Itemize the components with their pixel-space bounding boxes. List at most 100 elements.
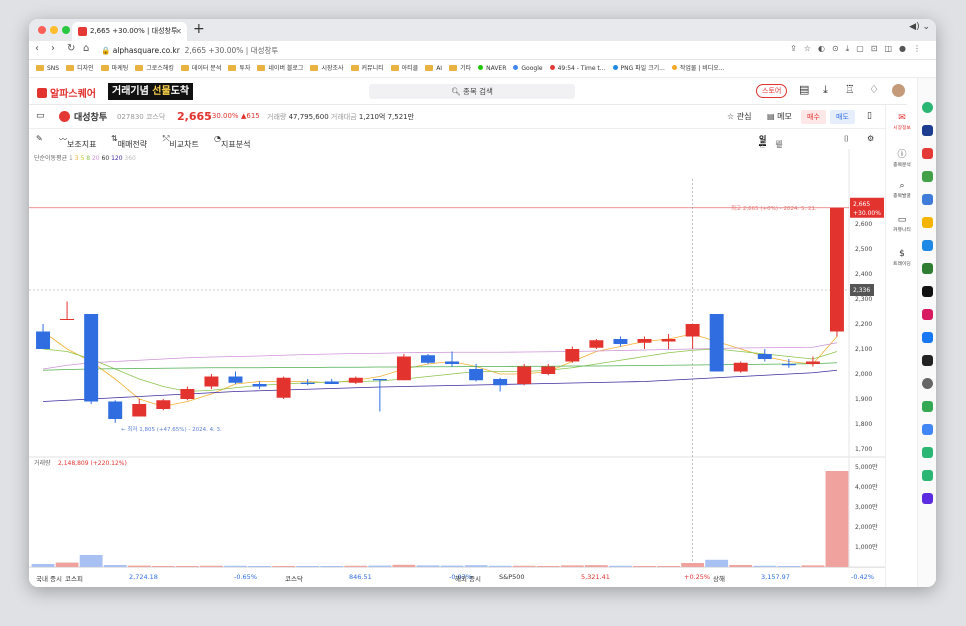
close-tab-icon[interactable]: ✕ — [175, 22, 182, 41]
analysis-button[interactable]: ◔ 지표분석 — [214, 134, 250, 149]
candle-body — [781, 364, 796, 366]
period-tabs: 분일주월년 — [759, 134, 783, 149]
bookmark-item[interactable]: 마케팅 — [100, 65, 128, 72]
bookmark-item[interactable]: 투자 — [228, 65, 250, 72]
store-button[interactable]: 스토어 — [756, 84, 788, 98]
bookmark-item[interactable]: NAVER — [478, 65, 506, 72]
minimize-window-button[interactable] — [50, 26, 58, 34]
camera-icon[interactable]: ⌷ — [844, 134, 849, 144]
strategy-button[interactable]: ⇅ 매매전략 — [111, 134, 147, 149]
ticker-name: S&P500 — [499, 573, 525, 581]
volume-tick-label: 2,000만 — [855, 523, 878, 531]
bookmark-item[interactable]: 기타 — [449, 65, 471, 72]
avatar[interactable] — [892, 84, 905, 97]
buy-button[interactable]: 매수 — [801, 110, 826, 124]
sell-button[interactable]: 매도 — [830, 110, 855, 124]
draw-icon[interactable]: ✎ — [36, 134, 43, 143]
alphasquare-logo[interactable]: 알파스퀘어 — [37, 85, 96, 100]
bookmark-item[interactable]: 49:54 - Time t... — [549, 65, 606, 72]
extension-icon[interactable] — [922, 332, 933, 343]
bell-icon[interactable]: ♢ — [869, 83, 879, 96]
sidebar-toggle-icon[interactable]: ▭ — [36, 111, 45, 121]
extension-icon[interactable] — [922, 355, 933, 366]
right-panel-chat[interactable]: ▭ 커뮤니티 — [886, 215, 918, 233]
candle-body — [829, 207, 844, 332]
price-chart[interactable]: 2,600 2,500 2,400 2,300 2,200 2,100 2,000 1,900… — [29, 149, 907, 587]
browser-tab[interactable]: 2,665 +30.00% | 대성창투 ✕ — [72, 22, 187, 41]
bookmark-item[interactable]: 데이터 분석 — [180, 65, 222, 72]
candle-body — [372, 379, 387, 381]
settings-icon[interactable]: ⚙ — [867, 134, 874, 143]
extension-icon[interactable] — [922, 447, 933, 458]
extension-icon[interactable] — [922, 125, 933, 136]
extension-icon[interactable] — [922, 470, 933, 481]
bookmark-item[interactable]: PNG 파일 크기... — [612, 65, 665, 72]
extension-icon[interactable] — [922, 171, 933, 182]
folder-icon — [425, 65, 434, 71]
briefing-icon[interactable]: ▤ — [799, 83, 809, 96]
watchlist-button[interactable]: ☆ 관심 — [727, 111, 751, 122]
extension-icon[interactable] — [922, 493, 933, 504]
forward-icon[interactable]: › — [51, 43, 55, 54]
candle-body — [204, 376, 219, 387]
bookmark-item[interactable]: 아티클 — [390, 65, 418, 72]
panel-toggle-icon[interactable]: ▯ — [867, 111, 872, 121]
indicators-button[interactable]: 〰 보조지표 — [59, 134, 96, 149]
right-panel-search[interactable]: ⌕ 종목발굴 — [886, 181, 918, 199]
back-icon[interactable]: ‹ — [35, 43, 39, 54]
extension-icon[interactable] — [922, 286, 933, 297]
url-field[interactable]: 🔒 alphasquare.co.kr 2,665 +30.00% | 대성창투 — [101, 43, 278, 58]
extension-icon[interactable] — [922, 309, 933, 320]
extension-icon[interactable] — [922, 102, 933, 113]
bookmark-item[interactable]: AI — [425, 65, 442, 72]
price-tick-label: 1,900 — [855, 396, 872, 403]
address-bar: ‹ › ↻ ⌂ 🔒 alphasquare.co.kr 2,665 +30.00… — [29, 41, 936, 60]
stock-name[interactable]: 대성창투 — [59, 110, 107, 123]
candle-body — [396, 356, 411, 381]
maximize-window-button[interactable] — [62, 26, 70, 34]
bookmark-item[interactable]: 커뮤니티 — [350, 65, 384, 72]
promo-banner[interactable]: 거래기념 선물도착 — [108, 83, 194, 100]
bookmark-item[interactable]: 디자인 — [66, 65, 94, 72]
new-tab-button[interactable]: + — [193, 21, 205, 37]
bookmark-item[interactable]: 시장조사 — [310, 65, 344, 72]
bookmark-item[interactable]: 작업물 | 비디오... — [671, 65, 725, 72]
extension-icon[interactable] — [922, 378, 933, 389]
window-controls-icon[interactable]: ◀) ⌄ — [909, 22, 930, 32]
extension-icon[interactable] — [922, 148, 933, 159]
candle-body — [685, 324, 700, 337]
bookmark-item[interactable]: Google — [513, 65, 543, 72]
bookmark-label: NAVER — [486, 65, 507, 72]
browser-window: 2,665 +30.00% | 대성창투 ✕ + ◀) ⌄ ‹ › ↻ ⌂ 🔒 … — [29, 19, 936, 587]
stock-search-input[interactable]: 🔍︎ 종목 검색 — [369, 84, 575, 99]
bookmark-item[interactable]: 네이버 블로그 — [257, 65, 303, 72]
bookmark-label: 디자인 — [77, 65, 94, 72]
right-panel-info[interactable]: ⓘ 종목분석 — [886, 147, 918, 168]
candle-body — [733, 362, 748, 372]
browser-action-icons[interactable]: ⇪☆◐⊙⤓▢⊡◫●⋮ — [790, 44, 928, 54]
bookmark-item[interactable]: SNS — [36, 65, 59, 72]
ticker-change: +0.25% — [684, 573, 711, 581]
bookmark-label: 데이터 분석 — [191, 65, 222, 72]
bookmark-label: 네이버 블로그 — [268, 65, 304, 72]
extension-icon[interactable] — [922, 217, 933, 228]
folder-icon — [449, 65, 458, 71]
trophy-icon[interactable]: ♖ — [845, 83, 855, 96]
right-panel-mail[interactable]: ✉ 시장정보 — [886, 113, 918, 131]
extension-icon[interactable] — [922, 194, 933, 205]
compare-button[interactable]: ⤲ 비교차트 — [163, 134, 199, 149]
bookmark-item[interactable]: 그로스해킹 — [135, 65, 174, 72]
volume-tick-label: 1,000만 — [855, 543, 878, 551]
extension-icon[interactable] — [922, 424, 933, 435]
download-icon[interactable]: ⤓ — [823, 83, 828, 97]
reload-icon[interactable]: ↻ — [67, 43, 75, 54]
extension-icon[interactable] — [922, 263, 933, 274]
close-window-button[interactable] — [38, 26, 46, 34]
home-icon[interactable]: ⌂ — [83, 43, 89, 54]
extension-icon[interactable] — [922, 401, 933, 412]
right-panel-dollar[interactable]: $ 트레이딩 — [886, 249, 918, 267]
candle-body — [156, 400, 171, 409]
candle-body — [252, 384, 267, 387]
extension-icon[interactable] — [922, 240, 933, 251]
memo-button[interactable]: ▤ 메모 — [767, 111, 792, 122]
